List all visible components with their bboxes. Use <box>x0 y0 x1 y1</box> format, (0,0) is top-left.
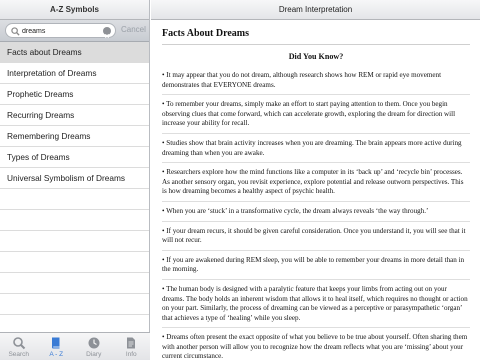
clock-icon <box>88 337 100 349</box>
fact-paragraph: • Dreams often present the exact opposit… <box>162 333 470 360</box>
list-item-remembering-dreams[interactable]: Remembering Dreams <box>0 126 149 147</box>
fact-paragraph: • It may appear that you do not dream, a… <box>162 71 470 96</box>
info-icon <box>127 337 136 349</box>
list-item-facts-about-dreams[interactable]: Facts about Dreams <box>0 42 149 63</box>
article-heading: Facts About Dreams <box>162 28 470 45</box>
tab-search[interactable]: Search <box>0 333 38 360</box>
tab-label: Search <box>8 351 30 358</box>
empty-row <box>0 189 149 210</box>
fact-paragraph: • When you are ‘stuck’ in a transformati… <box>162 207 470 222</box>
topic-list: Facts about Dreams Interpretation of Dre… <box>0 42 149 315</box>
empty-row <box>0 210 149 231</box>
empty-row <box>0 252 149 273</box>
tab-bar: Search A - Z Diary Info <box>0 332 150 360</box>
empty-row <box>0 294 149 315</box>
magnifier-icon <box>12 337 25 350</box>
sidebar-title: A-Z Symbols <box>0 0 149 20</box>
list-item-recurring-dreams[interactable]: Recurring Dreams <box>0 105 149 126</box>
article[interactable]: Facts About Dreams Did You Know? • It ma… <box>151 20 480 360</box>
article-subheading: Did You Know? <box>288 52 344 61</box>
empty-row <box>0 231 149 252</box>
list-item-types-of-dreams[interactable]: Types of Dreams <box>0 147 149 168</box>
fact-paragraph: • Researchers explore how the mind funct… <box>162 168 470 202</box>
detail-pane: Dream Interpretation Facts About Dreams … <box>151 0 480 360</box>
list-item-universal-symbolism-of-dreams[interactable]: Universal Symbolism of Dreams <box>0 168 149 189</box>
tab-diary[interactable]: Diary <box>75 333 113 360</box>
search-field[interactable] <box>5 23 116 39</box>
fact-paragraph: • To remember your dreams, simply make a… <box>162 100 470 134</box>
tab-label: Diary <box>86 351 102 358</box>
page-title: Dream Interpretation <box>151 0 480 20</box>
fact-paragraph: • The human body is designed with a para… <box>162 285 470 329</box>
book-icon <box>52 337 60 349</box>
tab-info[interactable]: Info <box>113 333 151 360</box>
tab-a-z[interactable]: A - Z <box>38 333 76 360</box>
cancel-button[interactable]: Cancel <box>121 25 146 34</box>
fact-paragraph: • If your dream recurs, it should be giv… <box>162 227 470 251</box>
fact-paragraph: • Studies show that brain activity incre… <box>162 139 470 164</box>
list-item-interpretation-of-dreams[interactable]: Interpretation of Dreams <box>0 63 149 84</box>
sidebar: A-Z Symbols Cancel Facts about Dreams In… <box>0 0 150 360</box>
search-icon <box>11 27 20 36</box>
clear-search-icon[interactable] <box>103 27 111 39</box>
tab-label: Info <box>125 351 137 358</box>
list-item-prophetic-dreams[interactable]: Prophetic Dreams <box>0 84 149 105</box>
empty-row <box>0 273 149 294</box>
search-bar: Cancel <box>0 20 149 42</box>
tab-label: A - Z <box>49 351 64 358</box>
fact-paragraph: • If you are awakened during REM sleep, … <box>162 256 470 280</box>
search-input[interactable] <box>22 25 102 37</box>
